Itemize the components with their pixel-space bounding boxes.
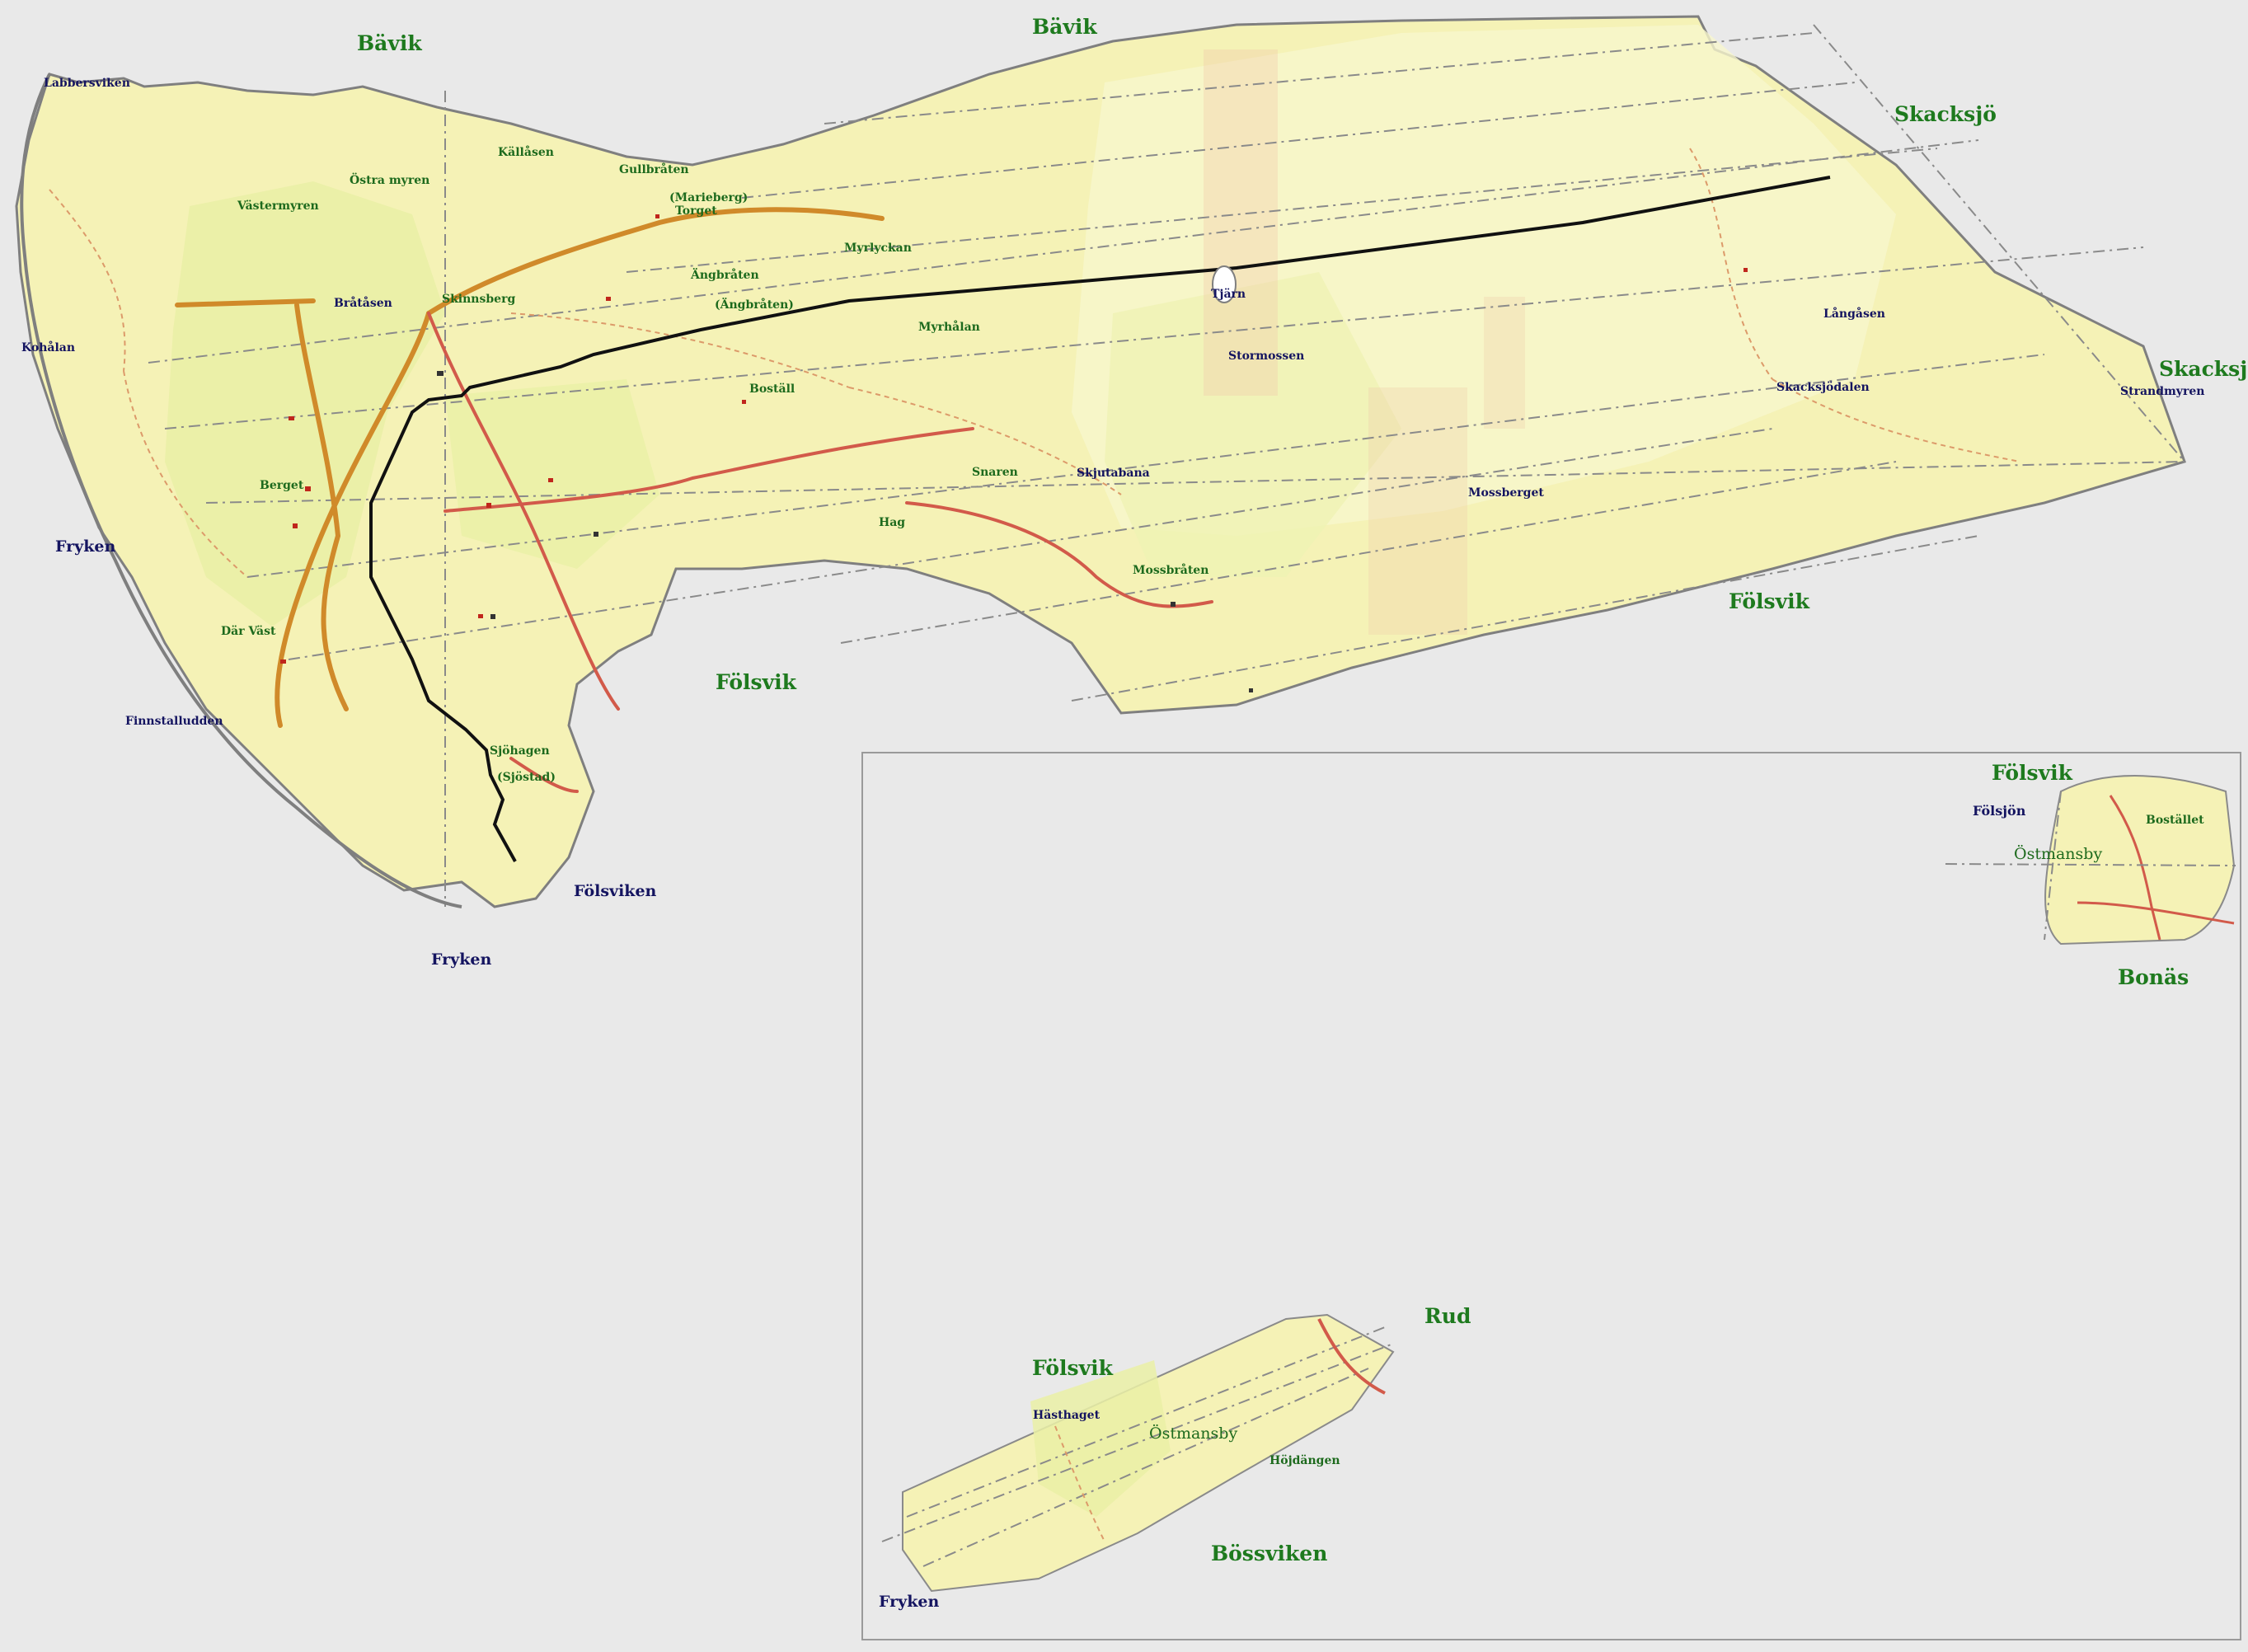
label-water-folsviken: Fölsviken bbox=[574, 882, 657, 900]
inset-frame bbox=[861, 752, 2241, 1640]
label-place-sjohagen: Sjöhagen bbox=[490, 744, 550, 758]
label-region-skacksjo-right: Skacksjö bbox=[2159, 357, 2248, 381]
label-place-ostra-myren: Östra myren bbox=[350, 174, 430, 187]
label-region-bonas: Bonäs bbox=[2118, 965, 2189, 989]
label-place-bostallet: Bostället bbox=[2146, 814, 2204, 827]
label-place-berget: Berget bbox=[260, 479, 304, 492]
label-field-hasthaget: Hästhaget bbox=[1033, 1409, 1101, 1422]
label-field-langasen: Långåsen bbox=[1823, 307, 1885, 321]
label-field-labbersviken: Labbersviken bbox=[44, 77, 130, 90]
label-place-myrhalan: Myrhålan bbox=[918, 321, 980, 334]
label-place-gullbraten: Gullbråten bbox=[619, 163, 689, 176]
mire-hatch bbox=[1204, 49, 1278, 396]
label-field-strandmyren: Strandmyren bbox=[2120, 385, 2205, 398]
label-field-kohalan: Kohålan bbox=[21, 341, 76, 354]
label-place-sjostad: (Sjöstad) bbox=[497, 771, 556, 784]
label-region-folsvik-middle: Fölsvik bbox=[716, 670, 796, 694]
label-region-folsvik-east: Fölsvik bbox=[1729, 589, 1809, 613]
label-field-bratasen: Bråtåsen bbox=[334, 297, 392, 310]
label-water-folsjon: Fölsjön bbox=[1973, 803, 2026, 819]
label-water-fryken-west: Fryken bbox=[55, 537, 116, 556]
label-place-skinnsberg: Skinnsberg bbox=[442, 293, 516, 306]
label-region-rud: Rud bbox=[1424, 1304, 1471, 1328]
label-place-snaren: Snaren bbox=[972, 466, 1018, 479]
label-place-mossbraten: Mossbråten bbox=[1133, 564, 1209, 577]
label-place-angbraten: Ängbråten bbox=[691, 269, 759, 282]
label-region-bavik-west: Bävik bbox=[357, 31, 422, 55]
label-place-dar-vast: Där Väst bbox=[221, 625, 276, 638]
label-place-vastermyren: Västermyren bbox=[237, 199, 319, 213]
label-field-mossberget: Mossberget bbox=[1468, 486, 1544, 500]
mire-hatch bbox=[1368, 387, 1467, 635]
label-field-tjarn: Tjärn bbox=[1211, 288, 1246, 301]
label-field-skjutabana: Skjutabana bbox=[1077, 467, 1150, 480]
label-place-hojdangen: Höjdängen bbox=[1269, 1454, 1340, 1467]
mire-hatch bbox=[1484, 297, 1525, 429]
label-region-skacksjo-top: Skacksjö bbox=[1894, 102, 1997, 126]
label-place-myrlyckan: Myrlyckan bbox=[844, 242, 912, 255]
label-place-kallasen: Källåsen bbox=[498, 146, 554, 159]
label-place-bostall: Boställ bbox=[749, 382, 795, 396]
label-plain-ostmansby-bottom: Östmansby bbox=[1149, 1424, 1238, 1443]
label-field-finnstalludden: Finnstalludden bbox=[125, 715, 223, 728]
label-place-torget: Torget bbox=[675, 204, 717, 218]
label-field-skacksjodalen: Skacksjödalen bbox=[1776, 381, 1870, 394]
label-region-folsvik-inset-bottom: Fölsvik bbox=[1032, 1356, 1113, 1380]
label-field-stormossen: Stormossen bbox=[1228, 350, 1305, 363]
label-region-folsvik-inset-top: Fölsvik bbox=[1992, 761, 2072, 785]
label-region-bavik-east: Bävik bbox=[1032, 15, 1097, 39]
label-region-bossviken: Bössviken bbox=[1211, 1542, 1328, 1565]
label-water-fryken-south: Fryken bbox=[431, 950, 492, 969]
label-water-fryken-inset: Fryken bbox=[879, 1593, 940, 1611]
label-place-angbraten-paren: (Ängbråten) bbox=[715, 298, 794, 312]
label-plain-ostmansby-top: Östmansby bbox=[2014, 845, 2103, 863]
label-place-marieberg: (Marieberg) bbox=[669, 191, 749, 204]
label-place-hag: Hag bbox=[879, 516, 906, 529]
